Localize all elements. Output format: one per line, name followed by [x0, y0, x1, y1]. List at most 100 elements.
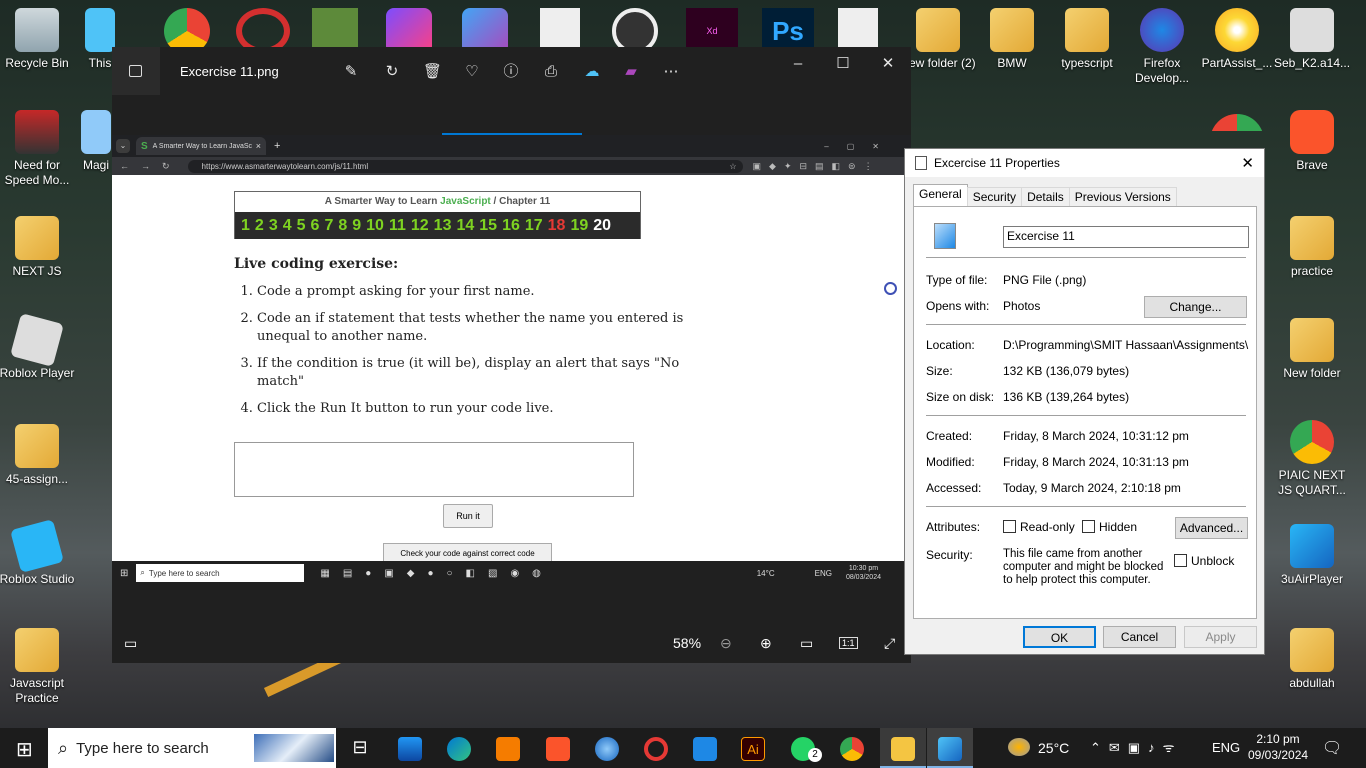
chapter-link[interactable]: 2: [255, 217, 264, 235]
desktop-icon-new-folder[interactable]: New folder: [1272, 318, 1352, 381]
desktop-icon-practice[interactable]: practice: [1272, 216, 1352, 279]
fit-window-icon[interactable]: ▭: [800, 635, 813, 652]
desktop-icon-typescript[interactable]: typescript: [1047, 8, 1127, 71]
edit-image-icon[interactable]: ✎: [342, 63, 360, 81]
rotate-icon[interactable]: ↻: [383, 63, 401, 81]
desktop-icon-magic[interactable]: Magi: [80, 110, 112, 173]
chapter-link[interactable]: 20: [593, 217, 611, 235]
desktop-icon-need-for-speed[interactable]: Need for Speed Mo...: [0, 110, 77, 188]
vscode-icon[interactable]: [693, 737, 717, 761]
desktop-icon-45-assign[interactable]: 45-assign...: [0, 424, 77, 487]
more-options-icon[interactable]: ⋯: [662, 63, 680, 81]
new-tab-icon[interactable]: +: [274, 140, 280, 152]
assistant-bubble-icon[interactable]: [884, 282, 897, 295]
unblock-checkbox[interactable]: Unblock: [1174, 554, 1234, 568]
my-computer-taskbar-icon[interactable]: [398, 737, 422, 761]
desktop-icon-seb-k2[interactable]: Seb_K2.a14...: [1272, 8, 1352, 71]
fullscreen-icon[interactable]: ⤢: [884, 635, 895, 652]
desktop-icon-abdullah[interactable]: abdullah: [1272, 628, 1352, 691]
address-bar[interactable]: https://www.asmarterwaytolearn.com/js/11…: [187, 159, 743, 173]
maximize-icon[interactable]: ☐: [834, 55, 852, 73]
desktop-icon-3uairplayer[interactable]: 3uAirPlayer: [1272, 524, 1352, 587]
taskbar-language[interactable]: ENG: [1212, 740, 1240, 755]
tab-close-icon[interactable]: ×: [256, 141, 261, 151]
illustrator-icon[interactable]: Ai: [741, 737, 765, 761]
filename-input[interactable]: Excercise 11: [1003, 226, 1249, 248]
chapter-link[interactable]: 12: [411, 217, 429, 235]
chapter-link[interactable]: 5: [297, 217, 306, 235]
checkbox-box[interactable]: [1174, 554, 1187, 567]
extensions-icons[interactable]: ▣◆✦⊟▤◧⊜⋮: [753, 161, 881, 172]
info-icon[interactable]: ⓘ: [502, 63, 520, 81]
desktop-icon-partassist[interactable]: PartAssist_...: [1197, 8, 1277, 71]
chapter-link[interactable]: 8: [338, 217, 347, 235]
cancel-button[interactable]: Cancel: [1103, 626, 1176, 648]
windows-start-icon[interactable]: ⊞: [16, 737, 33, 762]
edge-icon[interactable]: [447, 737, 471, 761]
chapter-link[interactable]: 9: [352, 217, 361, 235]
taskbar-search-box[interactable]: ⌕ Type here to search: [48, 728, 336, 768]
filmstrip-icon[interactable]: ▭: [124, 635, 137, 652]
desktop-icon-brave[interactable]: Brave: [1272, 110, 1352, 173]
code-textarea[interactable]: [234, 442, 634, 497]
brave-icon[interactable]: [546, 737, 570, 761]
weather-icon[interactable]: [1008, 738, 1030, 756]
chapter-link[interactable]: 16: [502, 217, 520, 235]
opera-icon[interactable]: [644, 737, 668, 761]
nav-buttons-icon[interactable]: ←→↻: [120, 161, 182, 172]
chapter-link[interactable]: 17: [525, 217, 543, 235]
file-explorer-taskbar[interactable]: [880, 728, 926, 768]
tab-security[interactable]: Security: [966, 187, 1023, 206]
delete-icon[interactable]: 🗑: [423, 63, 442, 81]
taskbar-clock[interactable]: 2:10 pm 09/03/2024: [1248, 731, 1308, 763]
photos-taskbar[interactable]: [927, 728, 973, 768]
close-icon[interactable]: ✕: [1241, 154, 1254, 172]
run-it-button[interactable]: Run it: [443, 504, 493, 528]
actual-size-icon[interactable]: 1:1: [839, 637, 858, 649]
chapter-link[interactable]: 4: [283, 217, 292, 235]
bookmark-star-icon[interactable]: ☆: [729, 162, 736, 171]
onedrive-cloud-icon[interactable]: ☁: [583, 63, 601, 81]
tab-general[interactable]: General: [913, 184, 968, 206]
desktop-icon-roblox-player[interactable]: Roblox Player: [0, 313, 77, 381]
chapter-link[interactable]: 19: [570, 217, 588, 235]
check-code-button[interactable]: Check your code against correct code: [383, 543, 552, 563]
desktop-icon-next-js[interactable]: NEXT JS: [0, 216, 77, 279]
chapter-link[interactable]: 10: [366, 217, 384, 235]
apply-button[interactable]: Apply: [1184, 626, 1257, 648]
chapter-link[interactable]: 1: [241, 217, 250, 235]
checkbox-box[interactable]: [1003, 520, 1016, 533]
taskbar-temperature[interactable]: 25°C: [1038, 740, 1069, 756]
desktop-icon-javascript-practice[interactable]: Javascript Practice: [0, 628, 77, 706]
tab-search-icon[interactable]: ⌄: [116, 139, 130, 153]
app-desktop-icon[interactable]: [1210, 114, 1264, 148]
change-button[interactable]: Change...: [1144, 296, 1247, 318]
chapter-link[interactable]: 15: [479, 217, 497, 235]
system-tray-icons[interactable]: ⌃✉▣♪ᯤ: [1090, 738, 1182, 756]
clipchamp-icon[interactable]: ▰: [622, 63, 640, 81]
tab-previous-versions[interactable]: Previous Versions: [1068, 187, 1177, 206]
task-view-icon[interactable]: ⊟: [348, 737, 372, 761]
desktop-icon-bmw[interactable]: BMW: [972, 8, 1052, 71]
imou-icon[interactable]: [496, 737, 520, 761]
checkbox-box[interactable]: [1082, 520, 1095, 533]
close-icon[interactable]: ✕: [879, 55, 897, 73]
chrome-icon[interactable]: [840, 737, 864, 761]
chapter-link[interactable]: 14: [456, 217, 474, 235]
ok-button[interactable]: OK: [1023, 626, 1096, 648]
firefox-icon[interactable]: [595, 737, 619, 761]
tab-details[interactable]: Details: [1021, 187, 1070, 206]
zoom-in-icon[interactable]: ⊕: [760, 635, 772, 652]
print-icon[interactable]: ⎙: [542, 63, 560, 81]
notification-icon[interactable]: 🗨: [1322, 738, 1342, 758]
desktop-icon-roblox-studio[interactable]: Roblox Studio: [0, 519, 77, 587]
desktop-icon-this-pc[interactable]: This: [85, 8, 115, 71]
desktop-icon-firefox-dev[interactable]: Firefox Develop...: [1122, 8, 1202, 86]
chapter-link[interactable]: 6: [311, 217, 320, 235]
zoom-out-icon[interactable]: ⊖: [720, 635, 732, 652]
chapter-link[interactable]: 11: [389, 217, 406, 235]
advanced-button[interactable]: Advanced...: [1175, 517, 1248, 539]
chapter-link[interactable]: 3: [269, 217, 278, 235]
browser-tab[interactable]: S A Smarter Way to Learn JavaSc ×: [136, 137, 266, 155]
chapter-link[interactable]: 7: [324, 217, 333, 235]
